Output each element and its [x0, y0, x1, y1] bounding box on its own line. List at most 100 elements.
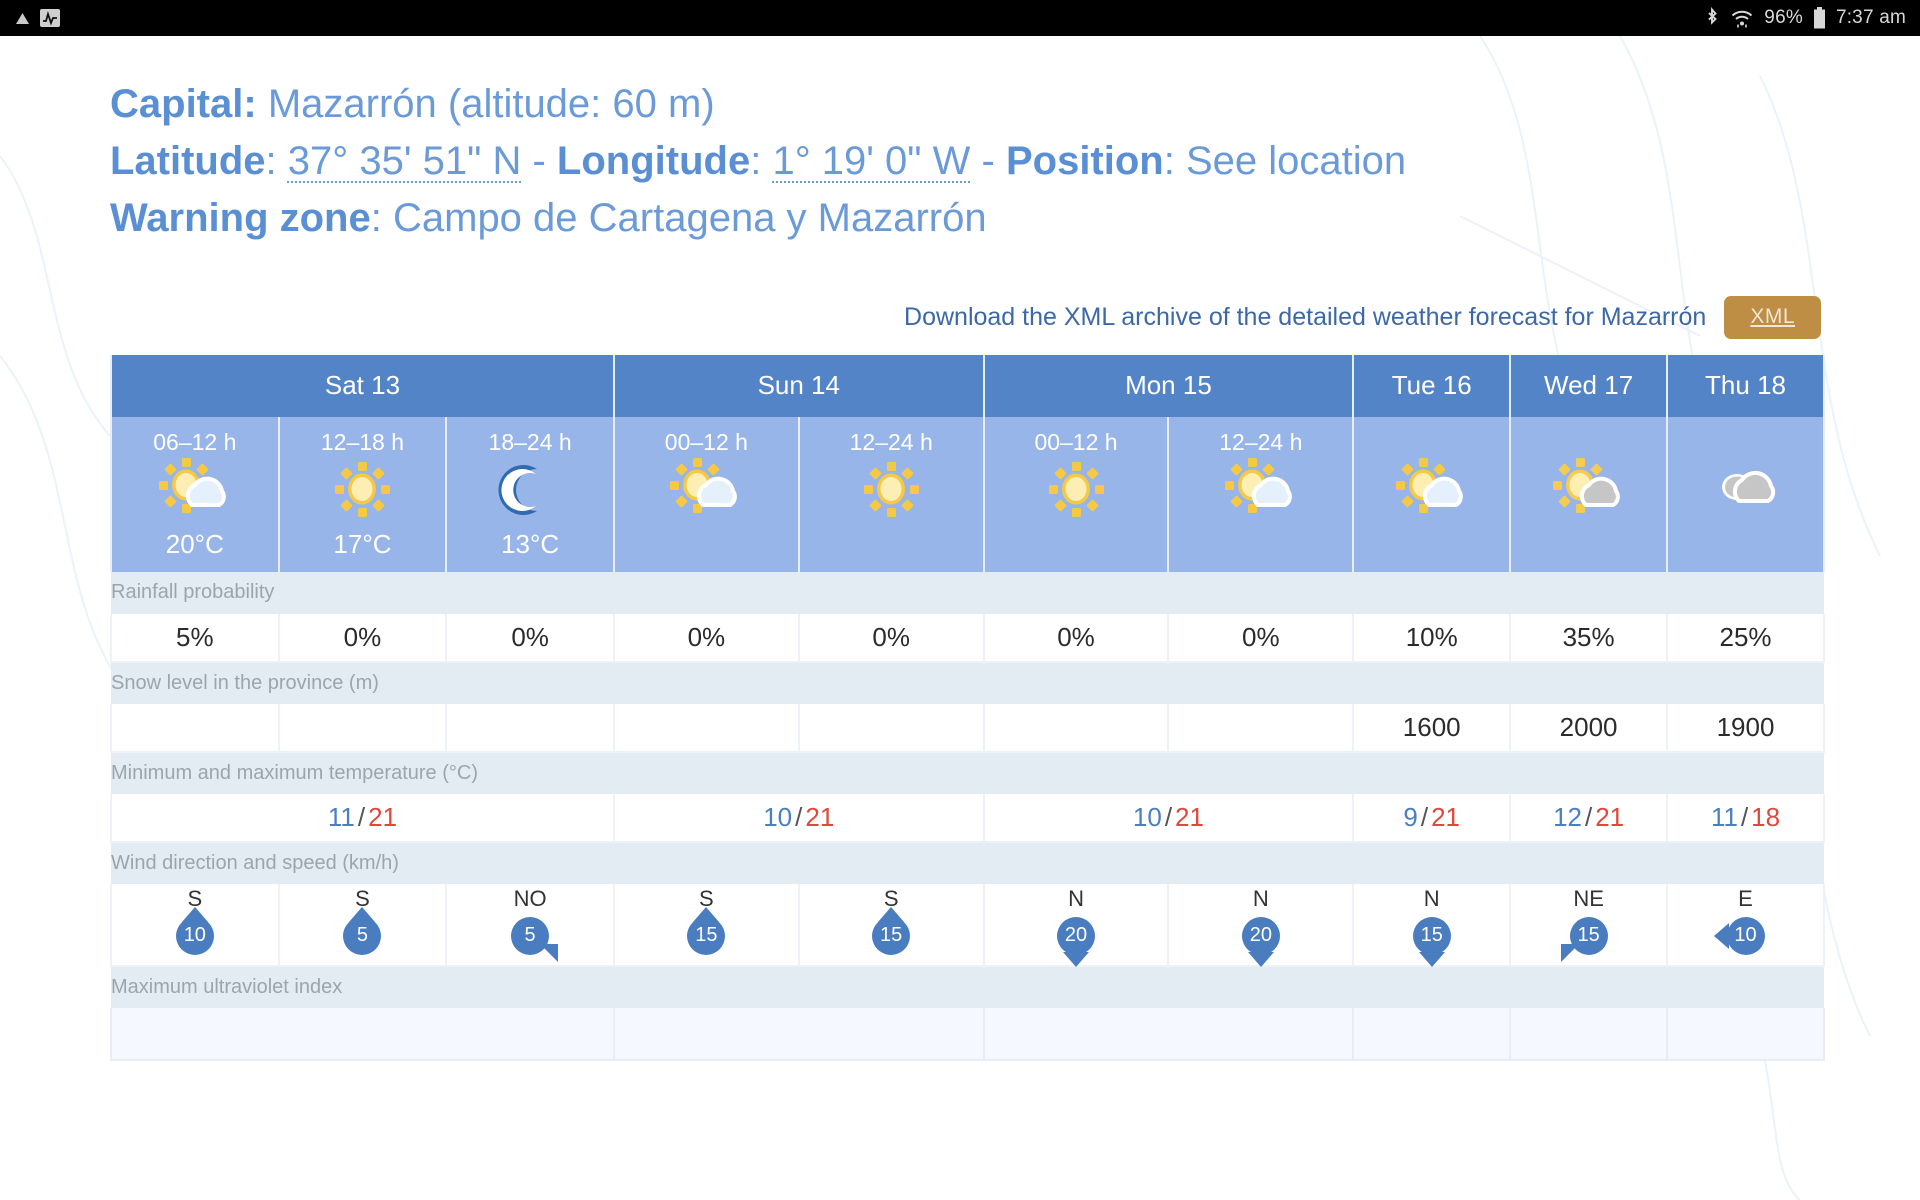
content-area: Capital: Mazarrón (altitude: 60 m) Latit…	[0, 36, 1920, 1061]
wind-marker: 5	[447, 911, 613, 962]
snow-section-label: Snow level in the province (m)	[111, 661, 1824, 704]
slot-time-label: 12–24 h	[849, 428, 933, 455]
longitude-colon: :	[750, 139, 762, 184]
capital-line: Capital: Mazarrón (altitude: 60 m)	[110, 76, 1670, 133]
wind-speed-badge: 20	[1241, 916, 1280, 955]
battery-percent-label: 96%	[1764, 7, 1803, 28]
wind-direction-label: N	[1252, 885, 1269, 911]
wind-cell: N 20	[982, 883, 1170, 967]
warning-zone-label: Warning zone	[110, 196, 371, 241]
minmax-separator: /	[357, 801, 366, 832]
cloud-gray-icon	[1668, 453, 1823, 527]
uv-section-label: Maximum ultraviolet index	[111, 965, 1824, 1008]
uv-index-cell	[110, 1007, 615, 1061]
minmax-separator: /	[1420, 801, 1429, 832]
coord-separator-1: -	[532, 139, 546, 184]
snow-level-value-cell	[982, 703, 1170, 753]
day-header-sun-14: Sun 14	[612, 354, 985, 417]
wind-cell: S5	[277, 883, 448, 967]
snow-level-value-cell	[110, 703, 280, 753]
slot-time-label: 12–18 h	[320, 428, 405, 455]
wind-cell: N 15	[1352, 883, 1512, 967]
min-temperature-value: 9	[1403, 801, 1418, 832]
sun-cloud-icon	[615, 453, 798, 527]
wind-cell: S 15	[797, 883, 985, 967]
slot-temperature-label: 13°C	[501, 528, 560, 559]
wind-cell: N 20	[1167, 883, 1355, 967]
bluetooth-icon	[1704, 6, 1720, 30]
wind-marker: 20	[1169, 911, 1352, 967]
snow-label-row: Snow level in the province (m)	[111, 661, 1824, 704]
max-temperature-value: 21	[368, 801, 398, 832]
uv-index-cell	[1666, 1007, 1825, 1061]
snow-level-value-cell	[612, 703, 800, 753]
minmax-separator: /	[795, 801, 803, 832]
rainfall-value-cell: 35%	[1509, 613, 1669, 663]
xml-download-label: Download the XML archive of the detailed…	[904, 302, 1707, 331]
max-temperature-value: 21	[1595, 801, 1625, 832]
wind-direction-label: NO	[513, 885, 547, 911]
snow-level-value-cell	[445, 703, 615, 753]
capital-value: Mazarrón (altitude: 60 m)	[267, 82, 715, 126]
day-header-row: Sat 13 Sun 14 Mon 15 Tue 16 Wed 17 Thu 18	[110, 354, 1825, 417]
longitude-value-link[interactable]: 1° 19' 0" W	[772, 139, 970, 183]
snow-level-value-cell: 2000	[1509, 703, 1669, 753]
minmax-temperature-cell: 11/18	[1666, 793, 1825, 843]
pulse-icon	[40, 9, 60, 27]
wind-value-row: S 10 S 5 NO 5 S 15 S 15 N 20 N 20 N 15 NE 15 E 10	[110, 883, 1825, 967]
minmax-separator: /	[1584, 801, 1593, 832]
wind-label-row: Wind direction and speed (km/h)	[111, 841, 1824, 884]
slot-temperature-label	[800, 527, 983, 529]
xml-download-button[interactable]: XML	[1724, 295, 1821, 339]
clock-label: 7:37 am	[1835, 7, 1906, 28]
rainfall-value-cell: 0%	[1167, 613, 1355, 663]
wind-speed-badge: 10	[175, 916, 214, 955]
wind-direction-label: NE	[1573, 885, 1604, 911]
wind-direction-label: N	[1423, 885, 1440, 911]
xml-download-row: Download the XML archive of the detailed…	[110, 295, 1865, 339]
minmax-temperature-cell: 9/21	[1352, 793, 1512, 843]
slot-time-label: 06–12 h	[153, 428, 237, 455]
latitude-value-link[interactable]: 37° 35' 51" N	[288, 139, 522, 183]
forecast-slot-cell: 00–12 h	[612, 416, 800, 572]
forecast-slot-cell: 06–12 h 20°C	[110, 416, 280, 572]
slot-time-label: 00–12 h	[1034, 428, 1118, 455]
snow-level-value-cell	[797, 703, 985, 753]
forecast-table: Sat 13 Sun 14 Mon 15 Tue 16 Wed 17 Thu 18 06–…	[110, 354, 1825, 1061]
wifi-icon	[1730, 8, 1754, 28]
minmax-section-label: Minimum and maximum temperature (°C)	[111, 751, 1824, 794]
latitude-label: Latitude	[110, 139, 266, 184]
day-header-thu-18: Thu 18	[1666, 354, 1825, 417]
longitude-label: Longitude	[556, 139, 751, 184]
wind-cell: S 10	[110, 883, 280, 967]
forecast-slot-cell: 12–24 h	[797, 416, 985, 572]
sun-cloud-icon	[112, 453, 278, 527]
slot-row: 06–12 h 20°C 12–18 h 17°C 18–24 h 13°C 00–12 h…	[110, 416, 1825, 572]
location-info-block: Capital: Mazarrón (altitude: 60 m) Latit…	[110, 76, 1670, 248]
wind-direction-label: N	[1068, 885, 1084, 911]
wind-direction-label: E	[1738, 885, 1753, 911]
rainfall-value-cell: 0%	[612, 613, 800, 663]
snow-level-value-cell	[277, 703, 448, 753]
position-value-link[interactable]: See location	[1186, 139, 1406, 183]
moon-icon	[447, 453, 613, 527]
rainfall-value-cell: 0%	[445, 613, 615, 663]
snow-value-row: 1600 2000 1900	[110, 703, 1825, 753]
uv-index-cell	[982, 1007, 1355, 1061]
rainfall-value-cell: 0%	[277, 613, 448, 663]
slot-time-label	[1668, 417, 1823, 453]
forecast-slot-cell	[1352, 416, 1512, 572]
slot-temperature-label: 20°C	[165, 528, 224, 559]
wind-marker: 15	[800, 906, 983, 961]
wind-speed-badge: 15	[687, 916, 726, 955]
rainfall-value-cell: 25%	[1666, 613, 1825, 663]
rainfall-value-cell: 5%	[110, 613, 280, 663]
capital-label: Capital:	[110, 82, 257, 126]
triangle-up-icon	[14, 10, 31, 27]
coordinates-line: Latitude: 37° 35' 51" N - Longitude: 1° …	[110, 133, 1670, 190]
wind-speed-badge: 10	[1726, 916, 1765, 955]
wind-cell: NE 15	[1509, 883, 1669, 967]
sun-icon	[800, 453, 983, 527]
forecast-slot-cell	[1509, 416, 1669, 572]
minmax-separator: /	[1740, 801, 1749, 832]
